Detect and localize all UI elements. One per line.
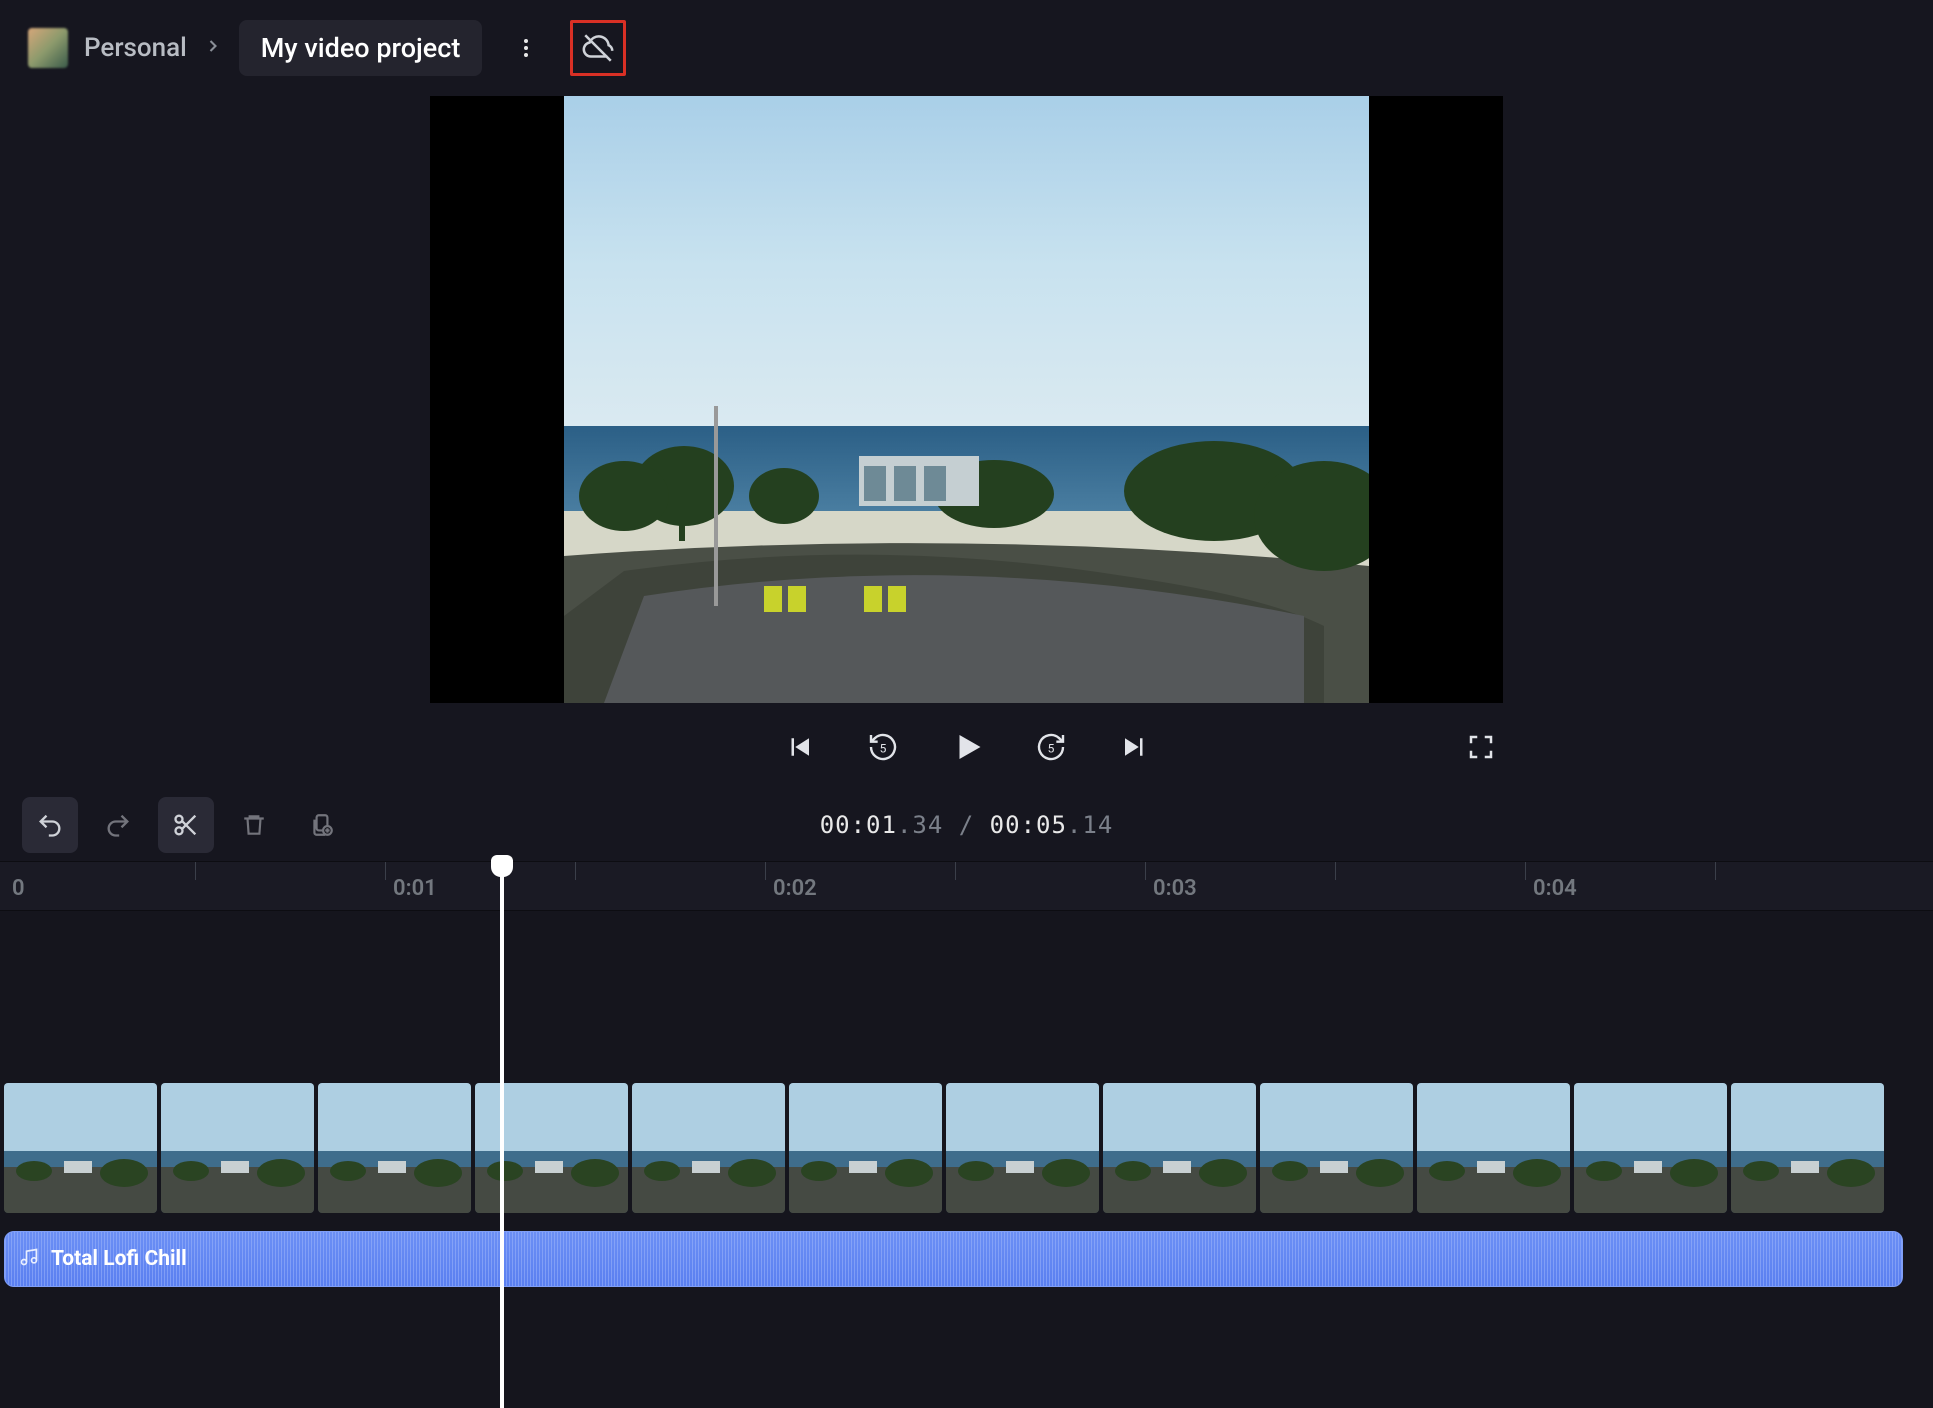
project-title-chip[interactable]: My video project bbox=[239, 20, 483, 76]
playhead[interactable] bbox=[500, 861, 504, 1408]
video-thumbnail[interactable] bbox=[475, 1083, 628, 1213]
play-button[interactable] bbox=[945, 725, 989, 769]
split-button[interactable] bbox=[158, 797, 214, 853]
play-icon bbox=[949, 729, 985, 765]
fullscreen-icon bbox=[1466, 732, 1496, 762]
scissors-icon bbox=[172, 811, 200, 839]
svg-text:5: 5 bbox=[1047, 741, 1054, 755]
timeline-toolbar: 00:01.34 / 00:05.14 bbox=[0, 789, 1933, 861]
playback-controls: 5 5 bbox=[430, 703, 1503, 769]
video-thumbnail[interactable] bbox=[1103, 1083, 1256, 1213]
video-thumbnail[interactable] bbox=[632, 1083, 785, 1213]
duplicate-button[interactable] bbox=[294, 797, 350, 853]
replay-5-icon: 5 bbox=[867, 731, 899, 763]
avatar[interactable] bbox=[28, 28, 68, 68]
project-title: My video project bbox=[261, 32, 461, 64]
video-thumbnail[interactable] bbox=[1574, 1083, 1727, 1213]
rewind-5-button[interactable]: 5 bbox=[861, 725, 905, 769]
video-thumbnail[interactable] bbox=[946, 1083, 1099, 1213]
preview-area: 5 5 bbox=[0, 96, 1933, 789]
breadcrumb-workspace[interactable]: Personal bbox=[84, 33, 187, 63]
trash-icon bbox=[241, 812, 267, 838]
chevron-right-icon bbox=[203, 36, 223, 60]
ruler-label: 0:03 bbox=[1153, 876, 1197, 901]
timecode-current: 00:01 bbox=[820, 811, 897, 839]
jump-start-button[interactable] bbox=[777, 725, 821, 769]
skip-previous-icon bbox=[784, 732, 814, 762]
video-thumbnail[interactable] bbox=[161, 1083, 314, 1213]
undo-icon bbox=[36, 811, 64, 839]
video-track[interactable] bbox=[0, 1083, 1933, 1213]
cloud-off-icon bbox=[581, 31, 615, 65]
timecode-total: 00:05 bbox=[990, 811, 1067, 839]
ruler-origin: 0 bbox=[12, 876, 25, 901]
timecode-display: 00:01.34 / 00:05.14 bbox=[820, 811, 1114, 839]
ruler-label: 0:01 bbox=[393, 876, 437, 901]
copy-plus-icon bbox=[309, 812, 335, 838]
redo-icon bbox=[104, 811, 132, 839]
waveform bbox=[5, 1232, 1902, 1286]
forward-5-button[interactable]: 5 bbox=[1029, 725, 1073, 769]
skip-next-icon bbox=[1120, 732, 1150, 762]
svg-text:5: 5 bbox=[879, 741, 886, 755]
jump-end-button[interactable] bbox=[1113, 725, 1157, 769]
header-bar: Personal My video project bbox=[0, 0, 1933, 96]
video-thumbnail[interactable] bbox=[1417, 1083, 1570, 1213]
delete-button[interactable] bbox=[226, 797, 282, 853]
undo-button[interactable] bbox=[22, 797, 78, 853]
timeline[interactable]: 0 0:01 0:02 0:03 0:04 bbox=[0, 861, 1933, 1408]
cloud-sync-button[interactable] bbox=[570, 20, 626, 76]
video-thumbnail[interactable] bbox=[4, 1083, 157, 1213]
fullscreen-button[interactable] bbox=[1459, 725, 1503, 769]
audio-clip[interactable]: Total Lofi Chill bbox=[4, 1231, 1903, 1287]
ruler-label: 0:04 bbox=[1533, 876, 1577, 901]
audio-clip-label: Total Lofi Chill bbox=[51, 1247, 187, 1271]
music-note-icon bbox=[19, 1247, 39, 1271]
ruler-label: 0:02 bbox=[773, 876, 817, 901]
forward-5-icon: 5 bbox=[1035, 731, 1067, 763]
time-ruler[interactable]: 0 0:01 0:02 0:03 0:04 bbox=[0, 861, 1933, 911]
tracks-area[interactable]: Total Lofi Chill bbox=[0, 911, 1933, 1408]
video-thumbnail[interactable] bbox=[318, 1083, 471, 1213]
video-thumbnail[interactable] bbox=[1731, 1083, 1884, 1213]
more-vertical-icon bbox=[514, 36, 538, 60]
app-root: Personal My video project bbox=[0, 0, 1933, 1408]
video-thumbnail[interactable] bbox=[789, 1083, 942, 1213]
redo-button[interactable] bbox=[90, 797, 146, 853]
more-options-button[interactable] bbox=[498, 20, 554, 76]
preview-scene-illustration bbox=[564, 96, 1369, 703]
empty-track bbox=[0, 911, 1933, 1083]
video-thumbnail[interactable] bbox=[1260, 1083, 1413, 1213]
video-preview[interactable] bbox=[430, 96, 1503, 703]
